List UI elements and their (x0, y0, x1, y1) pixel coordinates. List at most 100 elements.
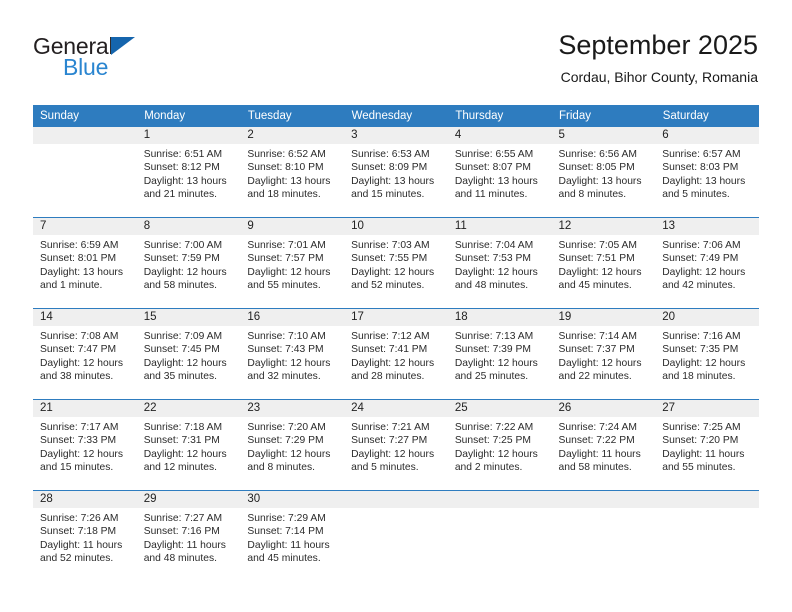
day-number-band: 12 (551, 218, 656, 235)
day-detail-line: Sunset: 7:51 PM (558, 253, 635, 265)
day-detail-line: Sunset: 7:49 PM (662, 253, 739, 265)
calendar-day-cell[interactable]: 30 Sunrise: 7:29 AM Sunset: 7:14 PM Dayligh… (240, 490, 345, 581)
calendar-day-cell[interactable]: 6 Sunrise: 6:57 AM Sunset: 8:03 PM Daylight… (655, 127, 759, 218)
day-detail-line: and 48 minutes. (454, 280, 529, 292)
day-detail-line: Daylight: 13 hours (454, 175, 538, 187)
day-number-band: 18 (447, 309, 552, 326)
day-detail-line: Sunset: 8:12 PM (143, 162, 220, 174)
calendar-day-cell[interactable]: 23 Sunrise: 7:20 AM Sunset: 7:29 PM Dayligh… (240, 399, 345, 491)
day-number-band: 10 (344, 218, 448, 235)
calendar-day-cell[interactable]: 15 Sunrise: 7:09 AM Sunset: 7:45 PM Dayligh… (136, 308, 241, 400)
calendar-day-cell[interactable]: 18 Sunrise: 7:13 AM Sunset: 7:39 PM Dayligh… (447, 308, 552, 400)
calendar-empty-cell (344, 490, 448, 581)
calendar-page: General Blue September 2025 Cordau, Biho… (0, 0, 792, 612)
day-detail-line: Sunrise: 7:04 AM (454, 240, 534, 251)
day-number: 26 (558, 402, 572, 414)
calendar-day-cell[interactable]: 10 Sunrise: 7:03 AM Sunset: 7:55 PM Dayligh… (344, 217, 448, 309)
day-number-band: 22 (136, 400, 241, 417)
day-cell-content: 22 Sunrise: 7:18 AM Sunset: 7:31 PM Dayligh… (136, 400, 241, 490)
day-number: 6 (662, 129, 669, 141)
day-cell-content: 14 Sunrise: 7:08 AM Sunset: 7:47 PM Dayligh… (33, 309, 137, 399)
day-detail-line: and 8 minutes. (558, 189, 627, 201)
day-detail-line: Sunrise: 7:03 AM (351, 240, 430, 251)
day-cell-content: 21 Sunrise: 7:17 AM Sunset: 7:33 PM Dayligh… (33, 400, 137, 490)
day-cell-content: 2 Sunrise: 6:52 AM Sunset: 8:10 PM Daylight… (240, 127, 345, 217)
day-number: 5 (558, 129, 565, 141)
calendar-day-cell[interactable]: 26 Sunrise: 7:24 AM Sunset: 7:22 PM Dayligh… (551, 399, 656, 491)
day-detail-line: Daylight: 12 hours (351, 357, 435, 369)
day-detail-line: Sunrise: 7:17 AM (40, 422, 119, 433)
calendar-day-cell[interactable]: 19 Sunrise: 7:14 AM Sunset: 7:37 PM Dayligh… (551, 308, 656, 400)
day-cell-content: 9 Sunrise: 7:01 AM Sunset: 7:57 PM Daylight… (240, 218, 345, 308)
day-number-band: 3 (344, 127, 448, 144)
general-blue-logo[interactable]: General Blue (33, 34, 163, 80)
day-detail-line: Daylight: 11 hours (558, 448, 641, 460)
calendar-day-cell[interactable]: 5 Sunrise: 6:56 AM Sunset: 8:05 PM Daylight… (551, 127, 656, 218)
calendar-day-cell[interactable]: 14 Sunrise: 7:08 AM Sunset: 7:47 PM Dayligh… (33, 308, 137, 400)
calendar-day-cell[interactable]: 16 Sunrise: 7:10 AM Sunset: 7:43 PM Dayligh… (240, 308, 345, 400)
day-number: 9 (247, 220, 254, 232)
day-number: 8 (143, 220, 151, 232)
calendar-day-cell[interactable]: 8 Sunrise: 7:00 AM Sunset: 7:59 PM Daylight… (136, 217, 241, 309)
day-details: Sunrise: 6:59 AM Sunset: 8:01 PM Daylight:… (33, 235, 137, 293)
day-number: 15 (143, 311, 157, 323)
day-detail-line: Sunrise: 7:01 AM (247, 240, 326, 251)
page-title: September 2025 (558, 30, 758, 60)
day-details: Sunrise: 7:05 AM Sunset: 7:51 PM Daylight:… (552, 235, 656, 293)
day-detail-line: Sunset: 7:45 PM (143, 344, 220, 356)
day-number: 23 (247, 402, 261, 414)
logo-text-blue: Blue (63, 54, 109, 80)
day-number: 2 (247, 129, 254, 141)
day-cell-content: 30 Sunrise: 7:29 AM Sunset: 7:14 PM Dayligh… (240, 491, 345, 581)
calendar-header-row: Sunday Monday Tuesday Wednesday Thursday Frid… (33, 105, 760, 127)
day-detail-line: Daylight: 11 hours (247, 539, 330, 551)
calendar-day-cell[interactable]: 20 Sunrise: 7:16 AM Sunset: 7:35 PM Dayligh… (655, 308, 759, 400)
calendar-day-cell[interactable]: 3 Sunrise: 6:53 AM Sunset: 8:09 PM Daylight… (344, 127, 448, 218)
day-details: Sunrise: 6:56 AM Sunset: 8:05 PM Daylight:… (552, 144, 656, 202)
calendar-day-cell[interactable]: 22 Sunrise: 7:18 AM Sunset: 7:31 PM Dayligh… (136, 399, 241, 491)
day-cell-content: 26 Sunrise: 7:24 AM Sunset: 7:22 PM Dayligh… (551, 400, 656, 490)
calendar-day-cell[interactable]: 7 Sunrise: 6:59 AM Sunset: 8:01 PM Daylight… (33, 217, 137, 309)
day-number: 18 (454, 311, 468, 323)
calendar-day-cell[interactable]: 12 Sunrise: 7:05 AM Sunset: 7:51 PM Dayligh… (551, 217, 656, 309)
day-details: Sunrise: 7:21 AM Sunset: 7:27 PM Daylight:… (344, 417, 448, 475)
calendar-day-cell[interactable]: 29 Sunrise: 7:27 AM Sunset: 7:16 PM Dayligh… (136, 490, 241, 581)
calendar-day-cell[interactable]: 25 Sunrise: 7:22 AM Sunset: 7:25 PM Dayligh… (447, 399, 552, 491)
calendar-day-cell[interactable]: 11 Sunrise: 7:04 AM Sunset: 7:53 PM Dayligh… (447, 217, 552, 309)
calendar-day-cell[interactable]: 13 Sunrise: 7:06 AM Sunset: 7:49 PM Dayligh… (655, 217, 759, 309)
calendar-day-cell[interactable]: 4 Sunrise: 6:55 AM Sunset: 8:07 PM Daylight… (447, 127, 552, 218)
day-number: 10 (351, 220, 364, 232)
calendar-day-cell[interactable]: 17 Sunrise: 7:12 AM Sunset: 7:41 PM Dayligh… (344, 308, 448, 400)
day-detail-line: and 55 minutes. (247, 280, 321, 292)
day-detail-line: Sunset: 7:57 PM (247, 253, 324, 265)
title-block: September 2025 Cordau, Bihor County, Rom… (558, 28, 758, 86)
day-details: Sunrise: 7:26 AM Sunset: 7:18 PM Daylight:… (33, 508, 137, 566)
day-details: Sunrise: 7:18 AM Sunset: 7:31 PM Daylight:… (137, 417, 241, 475)
calendar-day-cell[interactable]: 1 Sunrise: 6:51 AM Sunset: 8:12 PM Daylight… (136, 127, 241, 218)
calendar-week-row: 21 Sunrise: 7:17 AM Sunset: 7:33 PM Dayligh… (33, 399, 759, 491)
day-detail-line: and 25 minutes. (454, 371, 529, 383)
calendar-day-cell[interactable]: 24 Sunrise: 7:21 AM Sunset: 7:27 PM Dayligh… (344, 399, 448, 491)
calendar-day-cell[interactable]: 27 Sunrise: 7:25 AM Sunset: 7:20 PM Dayligh… (655, 399, 759, 491)
day-detail-line: Sunset: 7:20 PM (662, 435, 739, 447)
day-detail-line: Daylight: 12 hours (351, 266, 435, 278)
day-detail-line: Sunrise: 7:26 AM (40, 513, 119, 524)
calendar-day-cell[interactable]: 21 Sunrise: 7:17 AM Sunset: 7:33 PM Dayligh… (33, 399, 137, 491)
calendar-day-cell[interactable]: 9 Sunrise: 7:01 AM Sunset: 7:57 PM Daylight… (240, 217, 345, 309)
calendar-day-cell[interactable]: 28 Sunrise: 7:26 AM Sunset: 7:18 PM Dayligh… (33, 490, 137, 581)
day-number-band: 8 (136, 218, 241, 235)
day-details: Sunrise: 7:01 AM Sunset: 7:57 PM Daylight:… (240, 235, 344, 293)
day-detail-line: Sunrise: 7:00 AM (143, 240, 223, 251)
day-detail-line: Sunset: 7:14 PM (247, 526, 324, 538)
day-detail-line: Sunrise: 7:10 AM (247, 331, 326, 342)
day-detail-line: Sunset: 8:03 PM (662, 162, 739, 174)
day-detail-line: Daylight: 12 hours (662, 266, 746, 278)
day-detail-line: Daylight: 13 hours (143, 175, 227, 187)
day-number: 24 (351, 402, 364, 414)
day-detail-line: Daylight: 12 hours (143, 266, 227, 278)
calendar-empty-cell (33, 127, 137, 218)
day-number-band: 19 (551, 309, 656, 326)
calendar-day-cell[interactable]: 2 Sunrise: 6:52 AM Sunset: 8:10 PM Daylight… (240, 127, 345, 218)
day-number-band: 6 (655, 127, 759, 144)
weekday-header-saturday: Saturday (655, 105, 760, 127)
